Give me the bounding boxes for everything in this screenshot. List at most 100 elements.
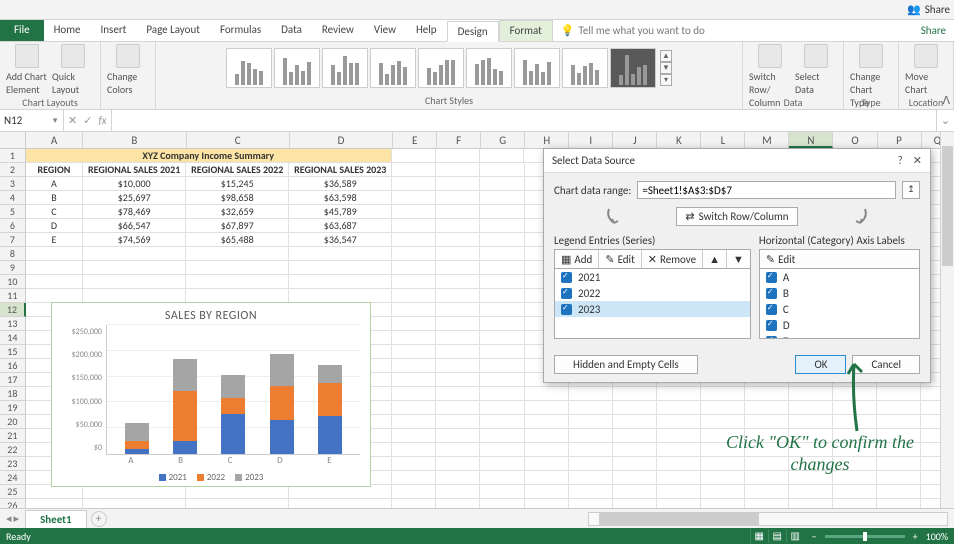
tab-view[interactable]: View xyxy=(364,20,406,41)
cell[interactable] xyxy=(436,373,480,387)
cell[interactable]: REGIONAL SALES 2023 xyxy=(289,163,392,177)
row-header[interactable]: 13 xyxy=(0,317,26,331)
cell[interactable] xyxy=(392,331,436,345)
chart-style-thumb[interactable] xyxy=(322,48,368,88)
tab-help[interactable]: Help xyxy=(406,20,447,41)
cell[interactable] xyxy=(436,303,480,317)
cell[interactable] xyxy=(83,261,186,275)
cell[interactable] xyxy=(436,415,480,429)
chart-style-thumb[interactable] xyxy=(370,48,416,88)
cell[interactable] xyxy=(877,401,921,415)
row-header[interactable]: 2 xyxy=(0,163,26,177)
style-nav-button[interactable]: ▼ xyxy=(660,62,672,74)
cell[interactable] xyxy=(701,485,745,499)
cell[interactable] xyxy=(613,443,657,457)
cell[interactable]: $78,469 xyxy=(83,205,186,219)
chart-style-thumb[interactable] xyxy=(274,48,320,88)
move-down-button[interactable]: ▼ xyxy=(727,250,750,268)
cell[interactable] xyxy=(436,345,480,359)
chart-style-thumb[interactable] xyxy=(610,48,656,88)
share-link[interactable]: Share xyxy=(921,24,946,37)
fx-icon[interactable]: fx xyxy=(98,114,106,127)
cell[interactable] xyxy=(613,401,657,415)
add-series-button[interactable]: ▦Add xyxy=(555,250,599,268)
cell[interactable] xyxy=(26,247,83,261)
cell[interactable] xyxy=(436,485,480,499)
cell[interactable] xyxy=(392,443,436,457)
cell[interactable] xyxy=(436,429,480,443)
cell[interactable] xyxy=(392,261,436,275)
cell[interactable] xyxy=(789,415,833,429)
style-nav-button[interactable]: ▾ xyxy=(660,74,672,86)
cell[interactable] xyxy=(480,191,524,205)
cell[interactable] xyxy=(436,471,480,485)
row-header[interactable]: 25 xyxy=(0,485,26,499)
tab-file[interactable]: File xyxy=(0,20,44,41)
cell[interactable] xyxy=(480,205,524,219)
cell[interactable] xyxy=(657,443,701,457)
row-header[interactable]: 7 xyxy=(0,233,26,247)
column-header[interactable]: I xyxy=(569,132,613,148)
cell[interactable] xyxy=(480,443,524,457)
close-button[interactable]: ✕ xyxy=(913,154,922,167)
category-list-item[interactable]: B xyxy=(760,285,919,301)
cell[interactable] xyxy=(480,331,524,345)
cell[interactable] xyxy=(613,387,657,401)
cell[interactable] xyxy=(83,275,186,289)
cell[interactable] xyxy=(657,485,701,499)
cell[interactable]: $36,547 xyxy=(289,233,392,247)
cell[interactable]: $67,897 xyxy=(186,219,289,233)
cell[interactable] xyxy=(480,247,524,261)
cell[interactable] xyxy=(525,471,569,485)
cell[interactable] xyxy=(392,149,436,163)
cell[interactable] xyxy=(525,415,569,429)
move-chart-button[interactable]: Move Chart xyxy=(905,44,947,96)
cell[interactable] xyxy=(392,373,436,387)
category-list-item[interactable]: E xyxy=(760,333,919,339)
cell[interactable] xyxy=(480,289,524,303)
embedded-chart[interactable]: SALES BY REGION $250,000$200,000$150,000… xyxy=(51,302,371,487)
cell[interactable] xyxy=(186,275,289,289)
cell[interactable] xyxy=(392,345,436,359)
cell[interactable] xyxy=(789,401,833,415)
column-header[interactable]: L xyxy=(701,132,745,148)
zoom-out-button[interactable]: − xyxy=(812,530,817,543)
tellme[interactable]: 💡 Tell me what you want to do xyxy=(561,20,705,41)
cell[interactable]: $63,598 xyxy=(289,191,392,205)
ok-button[interactable]: OK xyxy=(795,355,846,374)
chart-style-thumb[interactable] xyxy=(466,48,512,88)
cell[interactable]: E xyxy=(26,233,83,247)
select-all-corner[interactable] xyxy=(0,132,26,148)
row-header[interactable]: 8 xyxy=(0,247,26,261)
cell[interactable] xyxy=(745,415,789,429)
cell[interactable] xyxy=(392,401,436,415)
column-header[interactable]: H xyxy=(525,132,569,148)
cell[interactable]: $65,488 xyxy=(186,233,289,247)
cell[interactable] xyxy=(392,457,436,471)
row-header[interactable]: 21 xyxy=(0,429,26,443)
cell[interactable] xyxy=(613,457,657,471)
zoom-slider[interactable] xyxy=(825,535,905,538)
cell[interactable] xyxy=(525,457,569,471)
series-list-item[interactable]: 2022 xyxy=(555,285,750,301)
chart-style-thumb[interactable] xyxy=(418,48,464,88)
row-header[interactable]: 3 xyxy=(0,177,26,191)
category-list-item[interactable]: D xyxy=(760,317,919,333)
cell[interactable] xyxy=(569,485,613,499)
cell[interactable] xyxy=(480,177,524,191)
column-header[interactable]: P xyxy=(878,132,922,148)
row-header[interactable]: 10 xyxy=(0,275,26,289)
cell[interactable] xyxy=(833,485,877,499)
cell[interactable] xyxy=(877,387,921,401)
chart-style-thumb[interactable] xyxy=(514,48,560,88)
cell[interactable] xyxy=(480,471,524,485)
edit-series-button[interactable]: ✎Edit xyxy=(599,250,641,268)
cell[interactable]: $66,547 xyxy=(83,219,186,233)
cell[interactable] xyxy=(480,401,524,415)
cell[interactable]: D xyxy=(26,219,83,233)
horizontal-scrollbar[interactable] xyxy=(588,512,948,526)
cell[interactable] xyxy=(392,471,436,485)
cell[interactable]: $98,658 xyxy=(186,191,289,205)
enter-icon[interactable]: ✓ xyxy=(83,114,92,127)
cell[interactable] xyxy=(186,485,289,499)
